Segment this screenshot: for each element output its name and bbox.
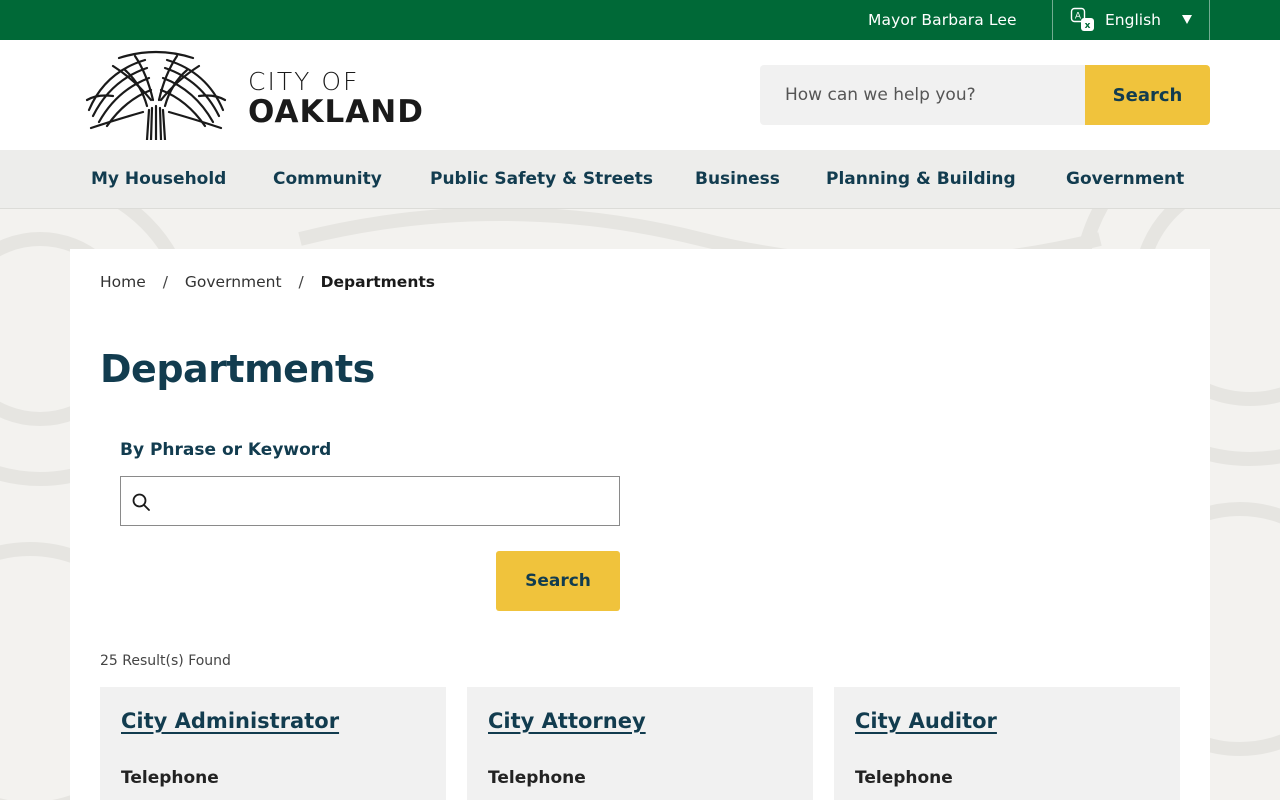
utility-bar: Mayor Barbara Lee A x English xyxy=(0,0,1280,40)
svg-text:x: x xyxy=(1085,21,1091,31)
breadcrumb-home[interactable]: Home xyxy=(100,273,146,291)
search-icon xyxy=(132,493,150,511)
language-selector[interactable]: A x English xyxy=(1070,0,1205,40)
department-card: City Auditor Telephone xyxy=(834,687,1180,800)
translate-icon: A x xyxy=(1070,7,1094,31)
keyword-filter-label: By Phrase or Keyword xyxy=(120,440,332,460)
svg-text:A: A xyxy=(1075,12,1082,22)
filter-search-button[interactable]: Search xyxy=(496,551,620,611)
oakland-tree-logo[interactable] xyxy=(85,50,227,140)
telephone-label: Telephone xyxy=(121,768,219,788)
nav-community[interactable]: Community xyxy=(273,150,382,208)
divider xyxy=(1209,0,1210,40)
department-card: City Administrator Telephone xyxy=(100,687,446,800)
site-search-button[interactable]: Search xyxy=(1085,65,1210,125)
divider xyxy=(1052,0,1053,40)
mayor-link[interactable]: Mayor Barbara Lee xyxy=(868,0,1017,40)
breadcrumb-separator: / xyxy=(298,273,304,291)
department-cards: City Administrator Telephone City Attorn… xyxy=(100,687,1180,800)
department-link[interactable]: City Administrator xyxy=(121,709,339,733)
page-title: Departments xyxy=(100,347,375,391)
breadcrumb-government[interactable]: Government xyxy=(185,273,282,291)
telephone-label: Telephone xyxy=(488,768,586,788)
department-card: City Attorney Telephone xyxy=(467,687,813,800)
keyword-filter-field xyxy=(120,476,620,526)
site-search: Search xyxy=(760,65,1210,125)
nav-my-household[interactable]: My Household xyxy=(91,150,226,208)
chevron-down-icon xyxy=(1182,15,1192,24)
site-logo-text[interactable]: CITY OF OAKLAND xyxy=(248,67,424,130)
breadcrumb-separator: / xyxy=(162,273,168,291)
nav-planning-building[interactable]: Planning & Building xyxy=(826,150,1016,208)
site-search-input[interactable] xyxy=(760,65,1085,125)
department-link[interactable]: City Attorney xyxy=(488,709,646,733)
logo-line-city-of: CITY OF xyxy=(248,67,360,96)
language-label: English xyxy=(1105,11,1161,29)
site-header: CITY OF OAKLAND Search xyxy=(0,40,1280,150)
logo-line-oakland: OAKLAND xyxy=(248,94,424,130)
keyword-filter-input[interactable] xyxy=(161,478,611,524)
breadcrumb-current: Departments xyxy=(320,273,435,291)
telephone-label: Telephone xyxy=(855,768,953,788)
results-count: 25 Result(s) Found xyxy=(100,653,231,669)
main-navigation: My Household Community Public Safety & S… xyxy=(0,150,1280,209)
department-link[interactable]: City Auditor xyxy=(855,709,997,733)
content-panel: Home / Government / Departments Departme… xyxy=(70,249,1210,800)
nav-public-safety-streets[interactable]: Public Safety & Streets xyxy=(430,150,653,208)
nav-government[interactable]: Government xyxy=(1066,150,1184,208)
nav-business[interactable]: Business xyxy=(695,150,780,208)
breadcrumb: Home / Government / Departments xyxy=(100,273,435,291)
